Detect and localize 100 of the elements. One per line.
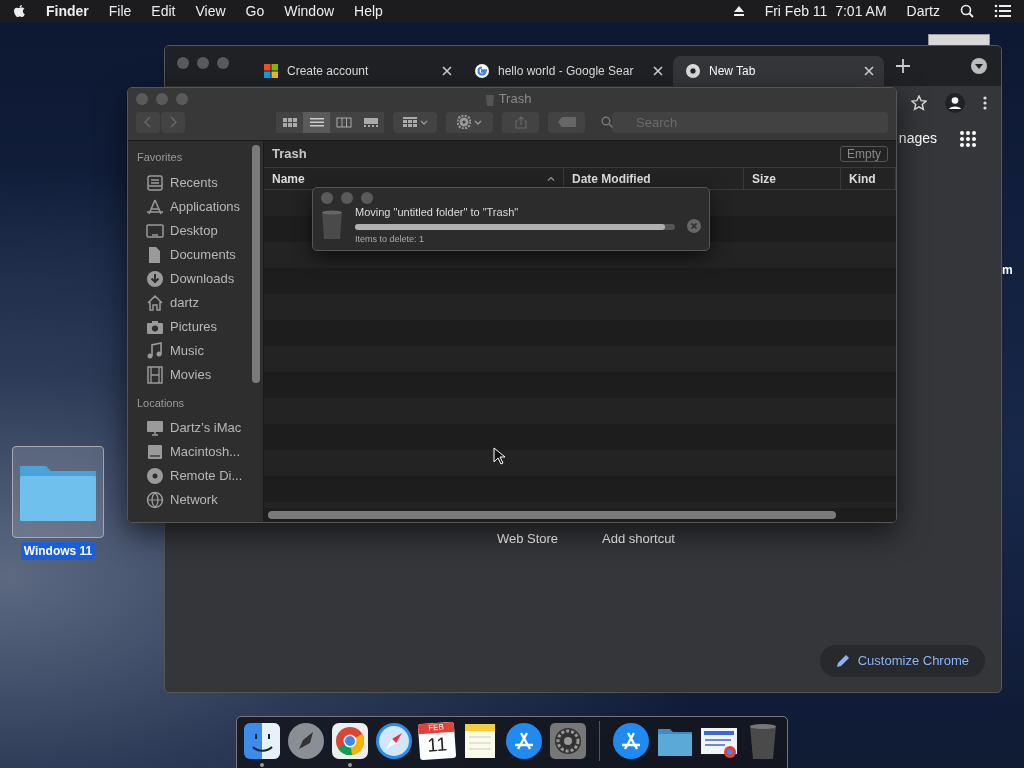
share-icon bbox=[514, 115, 527, 129]
caret-icon bbox=[474, 119, 482, 125]
gear-icon bbox=[457, 115, 471, 129]
hard-drive-icon bbox=[146, 443, 164, 461]
sidebar-item[interactable]: Documents bbox=[137, 242, 249, 267]
group-button[interactable] bbox=[393, 111, 437, 133]
sidebar-item[interactable]: Pictures bbox=[137, 314, 249, 339]
close-icon[interactable] bbox=[864, 66, 874, 76]
compass-icon[interactable] bbox=[374, 722, 413, 760]
app-menu[interactable]: Finder bbox=[46, 0, 89, 22]
view-button[interactable] bbox=[276, 111, 303, 133]
window-control[interactable] bbox=[217, 57, 229, 69]
sidebar-item[interactable]: Downloads bbox=[137, 266, 249, 291]
column-header[interactable]: Name bbox=[272, 169, 305, 188]
sidebar-item[interactable]: Network bbox=[137, 488, 249, 512]
search-icon[interactable] bbox=[960, 4, 974, 18]
sort-caret-icon bbox=[547, 176, 555, 181]
menu-item[interactable]: Window bbox=[284, 0, 335, 22]
dropdown-icon[interactable] bbox=[971, 58, 987, 74]
sidebar-item[interactable]: Remote Di... bbox=[137, 464, 249, 488]
window-control[interactable] bbox=[197, 57, 209, 69]
header-link[interactable]: nages bbox=[898, 128, 937, 149]
view-button[interactable] bbox=[357, 111, 384, 133]
menu-clock[interactable]: Fri Feb 11 7:01 AM bbox=[764, 0, 887, 22]
sidebar-item[interactable]: Recents bbox=[137, 170, 249, 195]
shortcut-label[interactable]: Add shortcut bbox=[602, 529, 675, 549]
music-note-icon bbox=[146, 341, 164, 360]
chrome-logo-icon bbox=[685, 63, 701, 79]
list-icon bbox=[308, 116, 325, 128]
customize-button[interactable]: Customize Chrome bbox=[819, 645, 985, 677]
sidebar-item[interactable]: Applications bbox=[137, 194, 249, 219]
view-button[interactable] bbox=[303, 111, 330, 133]
window-title: Trash bbox=[498, 90, 532, 109]
mouse-pointer-icon bbox=[493, 447, 505, 465]
apple-icon[interactable] bbox=[12, 3, 26, 19]
browser-tab[interactable]: hello world - Google Sear bbox=[462, 56, 673, 86]
sidebar-item[interactable]: Desktop bbox=[137, 218, 249, 243]
film-strip-icon bbox=[146, 365, 164, 384]
windows-logo-icon bbox=[263, 63, 279, 79]
chrome-logo-icon[interactable] bbox=[330, 722, 369, 760]
sidebar-item[interactable]: Macintosh... bbox=[137, 440, 249, 464]
globe-icon bbox=[146, 491, 164, 509]
apps-grid-icon[interactable] bbox=[959, 129, 977, 148]
sidebar-heading: Favorites bbox=[137, 150, 184, 165]
column-header[interactable]: Size bbox=[752, 169, 776, 188]
column-header[interactable]: Date Modified bbox=[572, 169, 651, 188]
sidebar-item[interactable]: Movies bbox=[137, 362, 249, 387]
chevron-icon bbox=[169, 116, 177, 128]
star-icon[interactable] bbox=[911, 95, 927, 111]
folder-label: Windows 11 bbox=[20, 542, 96, 560]
menu-item[interactable]: View bbox=[195, 0, 226, 22]
list-icon[interactable] bbox=[994, 4, 1012, 18]
menu-item[interactable]: Help bbox=[354, 0, 383, 22]
shortcut-label[interactable]: Web Store bbox=[496, 529, 559, 549]
profile-icon[interactable] bbox=[945, 93, 965, 113]
chevron-icon bbox=[144, 116, 152, 128]
app-letter-icon bbox=[146, 197, 164, 216]
menu-item[interactable]: Edit bbox=[151, 0, 176, 22]
more-menu-icon[interactable] bbox=[983, 96, 987, 110]
close-icon[interactable] bbox=[653, 66, 663, 76]
eject-icon[interactable] bbox=[732, 5, 745, 17]
action-button[interactable] bbox=[446, 111, 493, 133]
menu-item[interactable]: Go bbox=[245, 0, 265, 22]
pencil-icon bbox=[835, 654, 850, 668]
sidebar-item[interactable]: Music bbox=[137, 338, 249, 363]
desktop-folder[interactable] bbox=[12, 446, 104, 538]
house-icon bbox=[146, 293, 164, 312]
google-logo-icon bbox=[474, 63, 490, 79]
scrollbar-thumb[interactable] bbox=[252, 145, 260, 383]
browser-tab[interactable]: Create account bbox=[251, 56, 462, 86]
browser-tab[interactable]: New Tab bbox=[673, 56, 884, 86]
gear-icon[interactable] bbox=[548, 722, 587, 760]
app-store-icon[interactable] bbox=[504, 722, 543, 760]
sidebar-item[interactable]: Dartz’s iMac bbox=[137, 416, 249, 440]
calendar-icon[interactable]: FEB 11 bbox=[417, 721, 456, 761]
window-control[interactable] bbox=[177, 57, 189, 69]
close-icon[interactable] bbox=[442, 66, 452, 76]
sidebar-item[interactable]: dartz bbox=[137, 290, 249, 315]
tray-icon bbox=[146, 173, 164, 192]
column-header[interactable]: Kind bbox=[849, 169, 876, 188]
monitor-icon bbox=[146, 419, 164, 437]
view-button[interactable] bbox=[330, 111, 357, 133]
path-title: Trash bbox=[272, 145, 307, 164]
face-icon[interactable] bbox=[242, 722, 281, 760]
menu-item[interactable]: File bbox=[108, 0, 132, 22]
sidebar-heading: Locations bbox=[137, 395, 186, 411]
new-tab-icon[interactable] bbox=[896, 59, 910, 73]
user-menu[interactable]: Dartz bbox=[906, 0, 940, 22]
progress-detail: Items to delete: 1 bbox=[355, 232, 426, 246]
caret-icon bbox=[419, 119, 428, 125]
app-store-icon[interactable] bbox=[611, 722, 650, 760]
empty-button[interactable]: Empty bbox=[840, 146, 888, 162]
display-icon bbox=[146, 221, 164, 240]
cancel-icon bbox=[687, 218, 701, 233]
trash-icon bbox=[484, 92, 495, 106]
desktop-file-thumbnail[interactable] bbox=[928, 34, 990, 46]
trash-can-icon bbox=[321, 210, 343, 240]
columns-icon bbox=[335, 116, 352, 128]
scrollbar-thumb[interactable] bbox=[268, 511, 836, 519]
search-icon bbox=[601, 115, 613, 128]
